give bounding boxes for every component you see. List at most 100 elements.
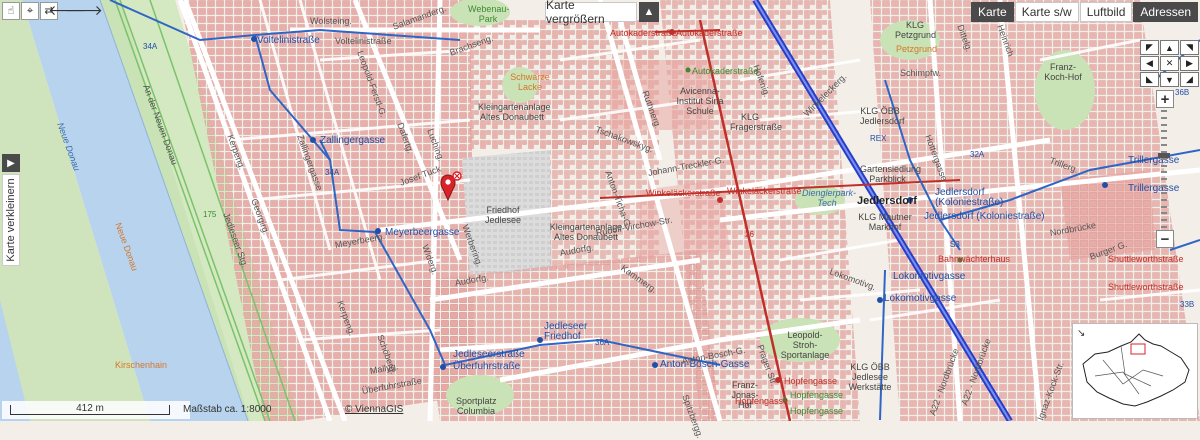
- enlarge-map-button[interactable]: Karte vergrößern: [545, 0, 637, 26]
- zoom-tick: [1161, 123, 1167, 126]
- label-jedleseerstrasse: Jedleseerstraße: [453, 349, 525, 360]
- label-franz-koch-hof: Franz-Koch-Hof: [1044, 62, 1082, 82]
- label-schwarze-lacke: Schwarze Lacke: [510, 72, 550, 92]
- label-dienglerpark: Dienglerpark-Tech: [802, 188, 857, 208]
- zoom-tick: [1161, 144, 1167, 147]
- label-friedhof-jedlesee: Friedhof Jedlesee: [484, 205, 522, 225]
- zoom-tick: [1161, 226, 1167, 228]
- label-kleingarten1: Kleingartenanlage Altes Donaubett: [478, 102, 551, 122]
- zoom-tick: [1161, 219, 1167, 222]
- layer-tabs: Karte Karte s/w Luftbild Adressen: [970, 2, 1199, 22]
- pan-control: ◤ ▲ ◥ ◀ ✕ ▶ ◣ ▼ ◢: [1140, 40, 1199, 88]
- zoom-tick: [1161, 157, 1167, 160]
- line-label-36a: 36A: [595, 338, 610, 347]
- pan-center-icon[interactable]: ✕: [1160, 56, 1179, 71]
- label-schimpfweg: Schimpfw.: [900, 68, 942, 78]
- coordinate-icon[interactable]: ⌖: [21, 2, 39, 20]
- zoom-slider[interactable]: [1161, 110, 1167, 228]
- shrink-map-button[interactable]: Karte verkleinern: [2, 174, 20, 266]
- label-hopfengasse3: Hopfengasse: [790, 390, 844, 400]
- zoom-tick: [1161, 130, 1167, 133]
- line-label-34a-2: 34A: [325, 168, 340, 177]
- line-label-34a: 34A: [143, 42, 158, 51]
- zoom-tick: [1161, 137, 1167, 140]
- pan-down-left-icon[interactable]: ◣: [1140, 72, 1159, 87]
- label-winklaeckerstrasse: Winkeläckerstraße: [646, 188, 721, 198]
- label-lokomotivgasse2: Lokomotivgasse: [884, 293, 957, 304]
- shrink-arrow-icon[interactable]: ▶: [2, 154, 20, 172]
- line-label-175: 175: [203, 210, 217, 219]
- scale-line: 412 m: [10, 403, 170, 415]
- pointer-icon[interactable]: ☝: [2, 2, 20, 20]
- pan-down-right-icon[interactable]: ◢: [1180, 72, 1199, 87]
- scale-text: Maßstab ca. 1:8000: [183, 404, 272, 415]
- label-leopold-stroh: Leopold-Stroh-Sportanlage: [780, 330, 830, 360]
- label-hopfengasse: Hopfengasse: [784, 376, 838, 386]
- overview-map[interactable]: ↘: [1072, 323, 1198, 419]
- label-klg-fragerstrasse: KLG Fragerstraße: [730, 112, 783, 132]
- label-ueberfuhrstrasse: Überfuhrstraße: [453, 361, 521, 372]
- pan-left-icon[interactable]: ◀: [1140, 56, 1159, 71]
- shrink-map-label: Karte verkleinern: [5, 178, 17, 262]
- line-label-26: 26: [745, 230, 754, 239]
- zoom-in-button[interactable]: +: [1156, 90, 1174, 108]
- pan-down-icon[interactable]: ▼: [1160, 72, 1179, 87]
- label-avicenna: Avicenna-Institut Sina Schule: [676, 86, 724, 116]
- zoom-out-button[interactable]: −: [1156, 230, 1174, 248]
- label-shuttleworthstrasse2: Shuttleworthstraße: [1108, 282, 1184, 292]
- label-voltelinistrasse2: Voltelinistraße: [335, 36, 392, 46]
- zoom-tick: [1161, 198, 1167, 201]
- zoom-tick: [1161, 185, 1167, 188]
- label-klg-mautner: KLG Mautner Markhof: [858, 212, 912, 232]
- overview-outline: [1082, 333, 1190, 407]
- label-klg-petzgrund: KLG Petzgrund: [895, 20, 937, 40]
- tab-adressen[interactable]: Adressen: [1133, 2, 1199, 22]
- zoom-tick: [1161, 171, 1167, 174]
- tab-karte[interactable]: Karte: [971, 2, 1014, 22]
- map-toolbar: ☝ ⌖ ⇄ 🡐 🡒: [2, 2, 103, 20]
- label-jedleseer-friedhof: Jedleseer Friedhof: [544, 321, 588, 342]
- tab-karte-sw[interactable]: Karte s/w: [1014, 2, 1079, 22]
- label-shuttleworthstrasse: Shuttleworthstraße: [1108, 254, 1184, 264]
- label-zallingergasse: Zallingergasse: [320, 135, 386, 146]
- tab-luftbild[interactable]: Luftbild: [1079, 2, 1133, 22]
- pan-up-right-icon[interactable]: ◥: [1180, 40, 1199, 55]
- scale-bar: 412 m: [2, 401, 190, 419]
- line-label-36b: 36B: [1175, 88, 1190, 97]
- label-webenau-park: Webenau-Park: [468, 4, 510, 24]
- label-gartensiedlung: Gartensiedlung Parkblick: [860, 164, 922, 184]
- label-klg-oebb-jedlesee: KLG ÖBB Jedlesee Werkstätte: [848, 362, 892, 392]
- zoom-tick: [1161, 205, 1167, 208]
- label-meyerbeergasse: Meyerbeergasse: [385, 227, 460, 238]
- label-jedlersdorf-kolonie1: Jedlersdorf (Koloniestraße): [935, 187, 1004, 208]
- enlarge-arrow-icon[interactable]: ▲: [639, 2, 659, 22]
- label-trillergasse2: Trillergasse: [1128, 183, 1180, 194]
- line-label-33b: 33B: [1180, 300, 1195, 309]
- zoom-tick: [1161, 191, 1167, 194]
- line-label-32a: 32A: [970, 150, 985, 159]
- label-petzgrund: Petzgrund: [896, 44, 938, 54]
- zoom-tick: [1161, 116, 1167, 119]
- label-bahnwaechterhaus: Bahnwächterhaus: [938, 254, 1011, 264]
- pan-right-icon[interactable]: ▶: [1180, 56, 1199, 71]
- pan-up-left-icon[interactable]: ◤: [1140, 40, 1159, 55]
- label-kirschenhain: Kirschenhain: [115, 360, 168, 370]
- forward-icon[interactable]: 🡒: [65, 2, 103, 18]
- zoom-tick: [1161, 110, 1167, 112]
- label-winklaeckerstrasse2: Winkeläckerstraße: [727, 186, 802, 196]
- copyright-link[interactable]: © ViennaGIS: [345, 404, 403, 415]
- label-franz-jonas-hof: Franz-Jonas-Hof: [731, 380, 759, 410]
- zoom-tick: [1161, 212, 1167, 215]
- label-klg-oebb: KLG ÖBB Jedlersdorf: [860, 106, 905, 126]
- marker-close-icon: [452, 171, 462, 181]
- label-lokomotivgasse: Lokomotivgasse: [893, 271, 966, 282]
- label-sportplatz-columbia: Sportplatz Columbia: [456, 396, 497, 416]
- pan-up-icon[interactable]: ▲: [1160, 40, 1179, 55]
- scale-distance: 412 m: [76, 403, 104, 414]
- label-rex: REX: [870, 134, 887, 143]
- zoom-tick: [1161, 164, 1167, 167]
- zoom-slider-thumb[interactable]: [1158, 152, 1170, 158]
- label-autokaderstrasse2: Autokaderstraße: [676, 28, 743, 38]
- zoom-tick: [1161, 178, 1167, 181]
- label-jedlersdorf-kolonie2: Jedlersdorf (Koloniestraße): [924, 211, 1045, 222]
